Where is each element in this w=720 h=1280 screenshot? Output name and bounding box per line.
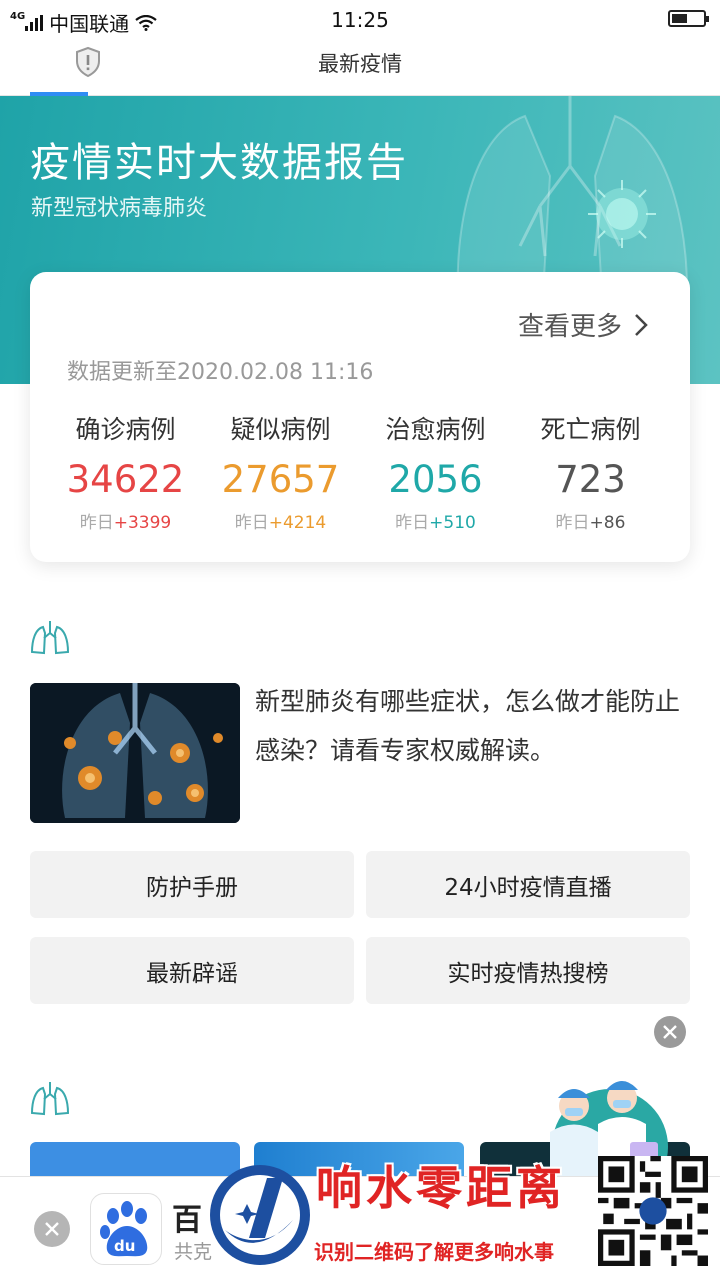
top-nav: 最新疫情 <box>0 40 720 96</box>
stat-value: 723 <box>555 458 626 501</box>
watermark-logo <box>210 1165 310 1265</box>
stat-confirmed[interactable]: 确诊病例 34622 昨日+3399 <box>48 410 203 533</box>
delta-value: +86 <box>589 513 626 533</box>
svg-text:du: du <box>114 1237 135 1255</box>
stat-value: 34622 <box>66 458 185 501</box>
live-updates-button[interactable]: 24小时疫情直播 <box>366 851 690 918</box>
delta-prefix: 昨日 <box>79 513 114 533</box>
stat-label: 治愈病例 <box>385 415 486 444</box>
page-title[interactable]: 最新疫情 <box>0 48 720 78</box>
article-thumbnail[interactable] <box>30 683 240 823</box>
banner-subtitle: 新型冠状病毒肺炎 <box>31 196 208 221</box>
virus-lungs-image <box>30 683 240 823</box>
delta-value: +3399 <box>113 513 172 533</box>
watermark-subtitle: 识别二维码了解更多响水事 <box>314 1240 554 1264</box>
stat-delta: 昨日+4214 <box>203 508 358 533</box>
status-bar: 4G 中国联通 11:25 <box>0 0 720 40</box>
view-more-label: 查看更多 <box>517 312 622 342</box>
article-title[interactable]: 新型肺炎有哪些症状，怎么做才能防止感染？请看专家权威解读。 <box>255 677 695 775</box>
stat-label: 确诊病例 <box>75 415 176 444</box>
banner-title: 疫情实时大数据报告 <box>30 140 408 186</box>
delta-prefix: 昨日 <box>395 513 430 533</box>
stat-value: 2056 <box>388 458 483 501</box>
clock: 11:25 <box>331 8 389 32</box>
close-float-button[interactable] <box>654 1016 686 1048</box>
chevron-right-icon <box>635 313 648 336</box>
delta-prefix: 昨日 <box>555 513 590 533</box>
lungs-icon <box>30 1082 70 1116</box>
stat-delta: 昨日+86 <box>513 508 668 533</box>
hot-search-button[interactable]: 实时疫情热搜榜 <box>366 937 690 1004</box>
close-icon <box>45 1222 59 1236</box>
baidu-app-icon[interactable]: du <box>90 1193 162 1265</box>
lungs-icon <box>30 621 70 655</box>
stat-label: 疑似病例 <box>230 415 331 444</box>
close-promo-button[interactable] <box>34 1211 70 1247</box>
rumor-debunk-button[interactable]: 最新辟谣 <box>30 937 354 1004</box>
stats-card: 查看更多 数据更新至2020.02.08 11:16 确诊病例 34622 昨日… <box>30 272 690 562</box>
app-name: 百 <box>172 1203 202 1238</box>
stats-row: 确诊病例 34622 昨日+3399 疑似病例 27657 昨日+4214 治愈… <box>30 410 690 533</box>
stat-suspected[interactable]: 疑似病例 27657 昨日+4214 <box>203 410 358 533</box>
stat-cured[interactable]: 治愈病例 2056 昨日+510 <box>358 410 513 533</box>
stat-label: 死亡病例 <box>540 415 641 444</box>
stat-delta: 昨日+3399 <box>48 508 203 533</box>
stat-deaths[interactable]: 死亡病例 723 昨日+86 <box>513 410 668 533</box>
update-time: 数据更新至2020.02.08 11:16 <box>67 360 374 385</box>
stat-delta: 昨日+510 <box>358 508 513 533</box>
delta-value: +4214 <box>268 513 327 533</box>
close-icon <box>663 1025 677 1039</box>
view-more-link[interactable]: 查看更多 <box>518 306 648 343</box>
watermark-title: 响水零距离 <box>316 1161 566 1215</box>
delta-value: +510 <box>429 513 476 533</box>
battery-icon <box>668 10 709 27</box>
qr-code-icon <box>598 1156 708 1266</box>
delta-prefix: 昨日 <box>234 513 269 533</box>
protection-guide-button[interactable]: 防护手册 <box>30 851 354 918</box>
stat-value: 27657 <box>221 458 340 501</box>
paw-icon: du <box>100 1201 148 1257</box>
